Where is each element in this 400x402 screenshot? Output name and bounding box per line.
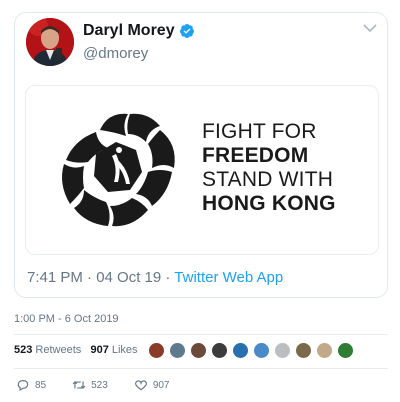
- reply-button[interactable]: 85: [16, 378, 46, 392]
- author-name-text: Daryl Morey: [83, 22, 175, 39]
- retweet-icon: [72, 381, 86, 389]
- tweet-card[interactable]: Daryl Morey @dmorey FIGHT FOR FREEDOM ST…: [14, 12, 388, 298]
- slogan: FIGHT FOR FREEDOM STAND WITH HONG KONG: [202, 120, 336, 216]
- divider: [14, 368, 388, 369]
- retweets-stat[interactable]: 523 Retweets: [14, 344, 81, 356]
- liker-avatar[interactable]: [253, 342, 270, 359]
- likers-avatars[interactable]: [148, 342, 354, 359]
- liker-avatar[interactable]: [337, 342, 354, 359]
- likes-count: 907: [90, 344, 109, 356]
- timestamp[interactable]: 1:00 PM - 6 Oct 2019: [14, 313, 119, 325]
- reply-count: 85: [35, 379, 47, 391]
- action-bar: 85 523 907: [16, 378, 196, 392]
- liker-avatar[interactable]: [274, 342, 291, 359]
- liker-avatar[interactable]: [295, 342, 312, 359]
- tweet-image[interactable]: FIGHT FOR FREEDOM STAND WITH HONG KONG: [25, 85, 379, 255]
- author-handle[interactable]: @dmorey: [83, 45, 148, 62]
- divider: [14, 334, 388, 335]
- liker-avatar[interactable]: [232, 342, 249, 359]
- tweet-time-date[interactable]: 7:41 PM · 04 Oct 19 ·: [27, 269, 174, 286]
- like-button[interactable]: 907: [134, 378, 170, 392]
- slogan-line: STAND WITH: [202, 168, 334, 191]
- avatar[interactable]: [26, 18, 74, 66]
- slogan-line: HONG KONG: [202, 192, 336, 215]
- retweets-count: 523: [14, 344, 33, 356]
- retweet-count: 523: [91, 379, 108, 391]
- liker-avatar[interactable]: [190, 342, 207, 359]
- tweet-source-link[interactable]: Twitter Web App: [174, 269, 283, 286]
- tweet-meta: 7:41 PM · 04 Oct 19 · Twitter Web App: [27, 269, 283, 286]
- like-count: 907: [152, 379, 170, 391]
- verified-badge-icon: [179, 24, 194, 38]
- likes-label: Likes: [111, 344, 138, 356]
- author-name[interactable]: Daryl Morey: [83, 22, 195, 40]
- engagement-stats: 523 Retweets 907 Likes: [14, 344, 138, 356]
- likes-stat[interactable]: 907 Likes: [90, 344, 137, 356]
- slogan-line: FIGHT FOR: [202, 120, 317, 143]
- liker-avatar[interactable]: [169, 342, 186, 359]
- retweet-button[interactable]: 523: [72, 378, 108, 392]
- reply-icon: [17, 380, 29, 391]
- heart-icon: [134, 380, 147, 391]
- liker-avatar[interactable]: [211, 342, 228, 359]
- slogan-line: FREEDOM: [202, 144, 309, 167]
- hong-kong-bauhinia-logo-icon: [62, 113, 175, 227]
- retweets-label: Retweets: [35, 344, 82, 356]
- liker-avatar[interactable]: [148, 342, 165, 359]
- chevron-down-icon[interactable]: [363, 23, 377, 33]
- liker-avatar[interactable]: [316, 342, 333, 359]
